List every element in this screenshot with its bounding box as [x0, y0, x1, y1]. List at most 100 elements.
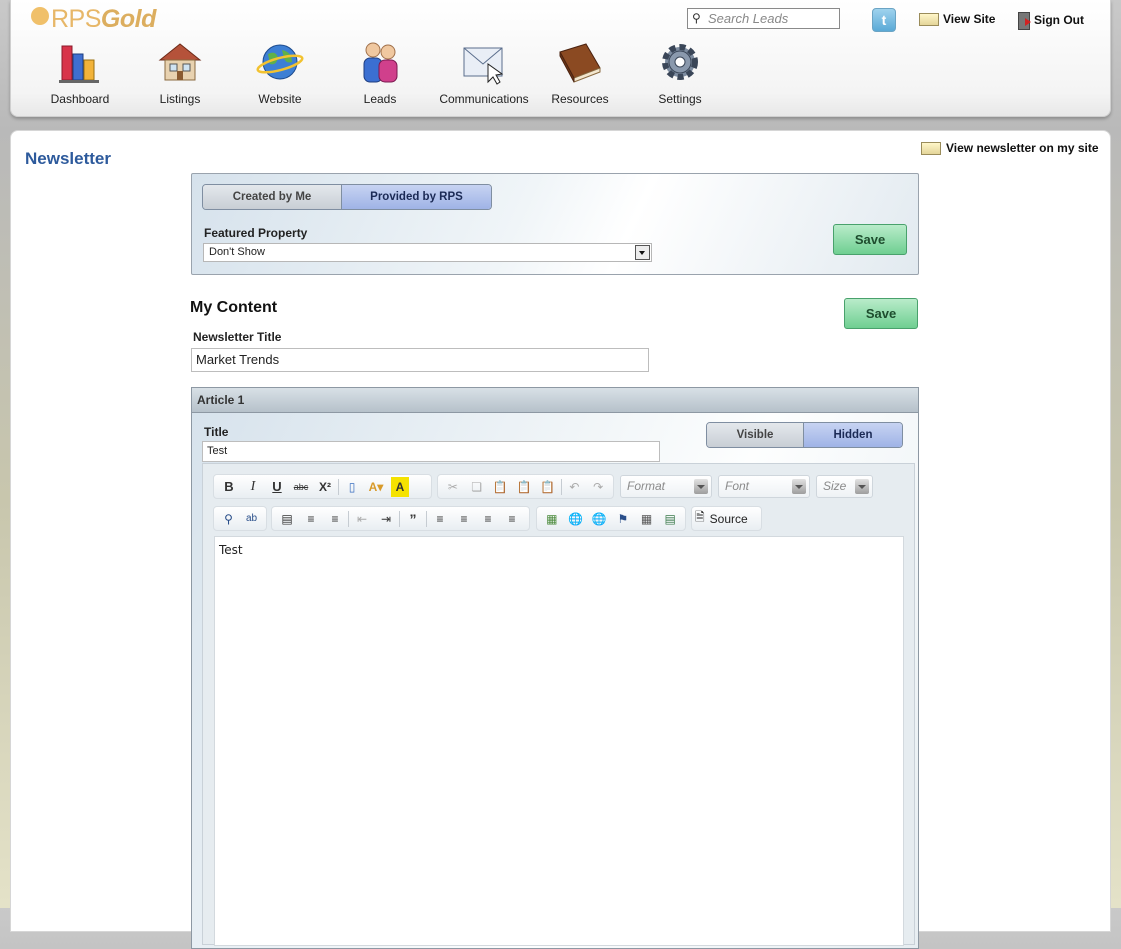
envelope-icon — [460, 40, 508, 86]
justify-icon[interactable]: ≡ — [500, 509, 524, 529]
editor-content-text: Test — [219, 543, 243, 557]
align-right-icon[interactable]: ≡ — [476, 509, 500, 529]
outdent-icon[interactable]: ⇤ — [350, 509, 374, 529]
size-placeholder: Size — [823, 479, 847, 493]
envelope-icon — [919, 13, 939, 27]
superscript-icon[interactable]: X² — [313, 477, 337, 497]
redo-icon[interactable]: ↷ — [586, 477, 610, 497]
font-dropdown[interactable]: Font — [718, 475, 810, 498]
media-icon[interactable]: ▤ — [658, 509, 682, 529]
tab-provided-by-rps[interactable]: Provided by RPS — [342, 185, 491, 209]
view-site-label: View Site — [943, 12, 996, 26]
nav-dashboard-label: Dashboard — [50, 92, 110, 106]
nav-settings[interactable]: Settings — [650, 40, 710, 106]
format-dropdown[interactable]: Format — [620, 475, 712, 498]
nav-listings[interactable]: Listings — [150, 40, 210, 106]
cut-icon[interactable]: ✂ — [441, 477, 465, 497]
save-featured-button[interactable]: Save — [833, 224, 907, 255]
insert-toolbar: ▦ 🌐 🌐 ⚑ ▦ ▤ — [536, 506, 686, 531]
copy-icon[interactable]: ❏ — [465, 477, 489, 497]
article-header: Article 1 — [192, 388, 918, 413]
blockquote-icon[interactable]: ” — [401, 509, 425, 529]
numbered-list-icon[interactable]: ≡ — [299, 509, 323, 529]
visible-option[interactable]: Visible — [707, 423, 804, 447]
search-leads-input[interactable]: ⚲ Search Leads — [687, 8, 840, 29]
image-icon[interactable]: ▦ — [540, 509, 564, 529]
twitter-icon[interactable]: t — [872, 8, 896, 32]
nav-resources[interactable]: Resources — [545, 40, 615, 106]
globe-icon — [256, 40, 304, 86]
format-placeholder: Format — [627, 479, 666, 493]
page-title: Newsletter — [25, 149, 111, 168]
hidden-option[interactable]: Hidden — [804, 423, 902, 447]
newsletter-title-input[interactable]: Market Trends — [191, 348, 649, 372]
underline-icon[interactable]: U — [265, 477, 289, 497]
paste-icon[interactable]: 📋 — [488, 477, 512, 497]
find-icon[interactable]: ⚲ — [217, 509, 240, 529]
rps-gold-logo[interactable]: RPSGold — [31, 5, 156, 34]
horizontal-rule-icon[interactable]: ▤ — [275, 509, 299, 529]
toolbar-separator — [560, 478, 562, 495]
chevron-down-icon — [855, 479, 869, 494]
nav-communications[interactable]: Communications — [434, 40, 534, 106]
anchor-flag-icon[interactable]: ⚑ — [611, 509, 635, 529]
article-panel: Article 1 Title Test Visible Hidden B I … — [191, 387, 919, 949]
newsletter-source-panel: Created by Me Provided by RPS Featured P… — [191, 173, 919, 275]
highlight-color-icon[interactable]: A — [391, 476, 409, 497]
logo-suffix: Gold — [100, 5, 156, 33]
indent-icon[interactable]: ⇥ — [374, 509, 398, 529]
featured-property-value: Don't Show — [209, 246, 265, 258]
view-newsletter-link[interactable]: View newsletter on my site — [921, 141, 1099, 156]
tab-created-by-me[interactable]: Created by Me — [203, 185, 342, 209]
view-site-link[interactable]: View Site — [919, 12, 996, 27]
clipboard-toolbar: ✂ ❏ 📋 📋 📋 ↶ ↷ — [437, 474, 614, 499]
unlink-icon[interactable]: 🌐 — [587, 509, 611, 529]
link-icon[interactable]: 🌐 — [564, 509, 588, 529]
size-dropdown[interactable]: Size — [816, 475, 873, 498]
paste-word-icon[interactable]: 📋 — [536, 477, 560, 497]
dropdown-arrow-icon — [635, 245, 650, 260]
bold-icon[interactable]: B — [217, 477, 241, 497]
strikethrough-icon[interactable]: abc — [289, 477, 313, 497]
paste-text-icon[interactable]: 📋 — [512, 477, 536, 497]
nav-resources-label: Resources — [551, 92, 609, 106]
dashboard-icon — [56, 40, 104, 86]
rich-text-editor: B I U abc X² ▯ A▾ A ✂ ❏ 📋 📋 📋 ↶ ↷ Format… — [202, 463, 915, 946]
undo-icon[interactable]: ↶ — [563, 477, 587, 497]
text-color-icon[interactable]: A▾ — [364, 477, 388, 497]
eraser-icon[interactable]: ▯ — [340, 477, 364, 497]
featured-property-select[interactable]: Don't Show — [203, 243, 652, 262]
toolbar-separator — [426, 510, 427, 527]
gear-icon — [656, 40, 704, 86]
replace-icon[interactable]: ab — [240, 509, 263, 529]
sign-out-icon — [1018, 12, 1031, 30]
book-icon — [556, 40, 604, 86]
people-icon — [356, 40, 404, 86]
font-placeholder: Font — [725, 479, 750, 493]
nav-dashboard[interactable]: Dashboard — [50, 40, 110, 106]
bulleted-list-icon[interactable]: ≡ — [323, 509, 347, 529]
header-panel: RPSGold ⚲ Search Leads t View Site Sign … — [10, 0, 1111, 117]
logo-prefix: RPS — [51, 5, 101, 33]
chevron-down-icon — [792, 479, 806, 494]
logo-coin-icon — [31, 7, 49, 25]
nav-website[interactable]: Website — [250, 40, 310, 106]
table-icon[interactable]: ▦ — [635, 509, 659, 529]
nav-website-label: Website — [258, 92, 302, 106]
sign-out-link[interactable]: Sign Out — [1018, 12, 1084, 30]
search-icon: ⚲ — [692, 11, 701, 25]
italic-icon[interactable]: I — [241, 477, 265, 497]
find-toolbar: ⚲ ab — [213, 506, 267, 531]
text-style-toolbar: B I U abc X² ▯ A▾ A — [213, 474, 432, 499]
article-title-input[interactable]: Test — [202, 441, 660, 462]
sign-out-label: Sign Out — [1034, 13, 1084, 28]
nav-leads-label: Leads — [363, 92, 397, 106]
nav-leads[interactable]: Leads — [350, 40, 410, 106]
source-button[interactable]: 🗎 Source — [691, 506, 762, 531]
align-center-icon[interactable]: ≡ — [452, 509, 476, 529]
save-content-button[interactable]: Save — [844, 298, 918, 329]
editor-content-area[interactable]: Test — [214, 536, 904, 946]
nav-listings-label: Listings — [159, 92, 201, 106]
align-left-icon[interactable]: ≡ — [428, 509, 452, 529]
visibility-toggle: Visible Hidden — [706, 422, 903, 448]
